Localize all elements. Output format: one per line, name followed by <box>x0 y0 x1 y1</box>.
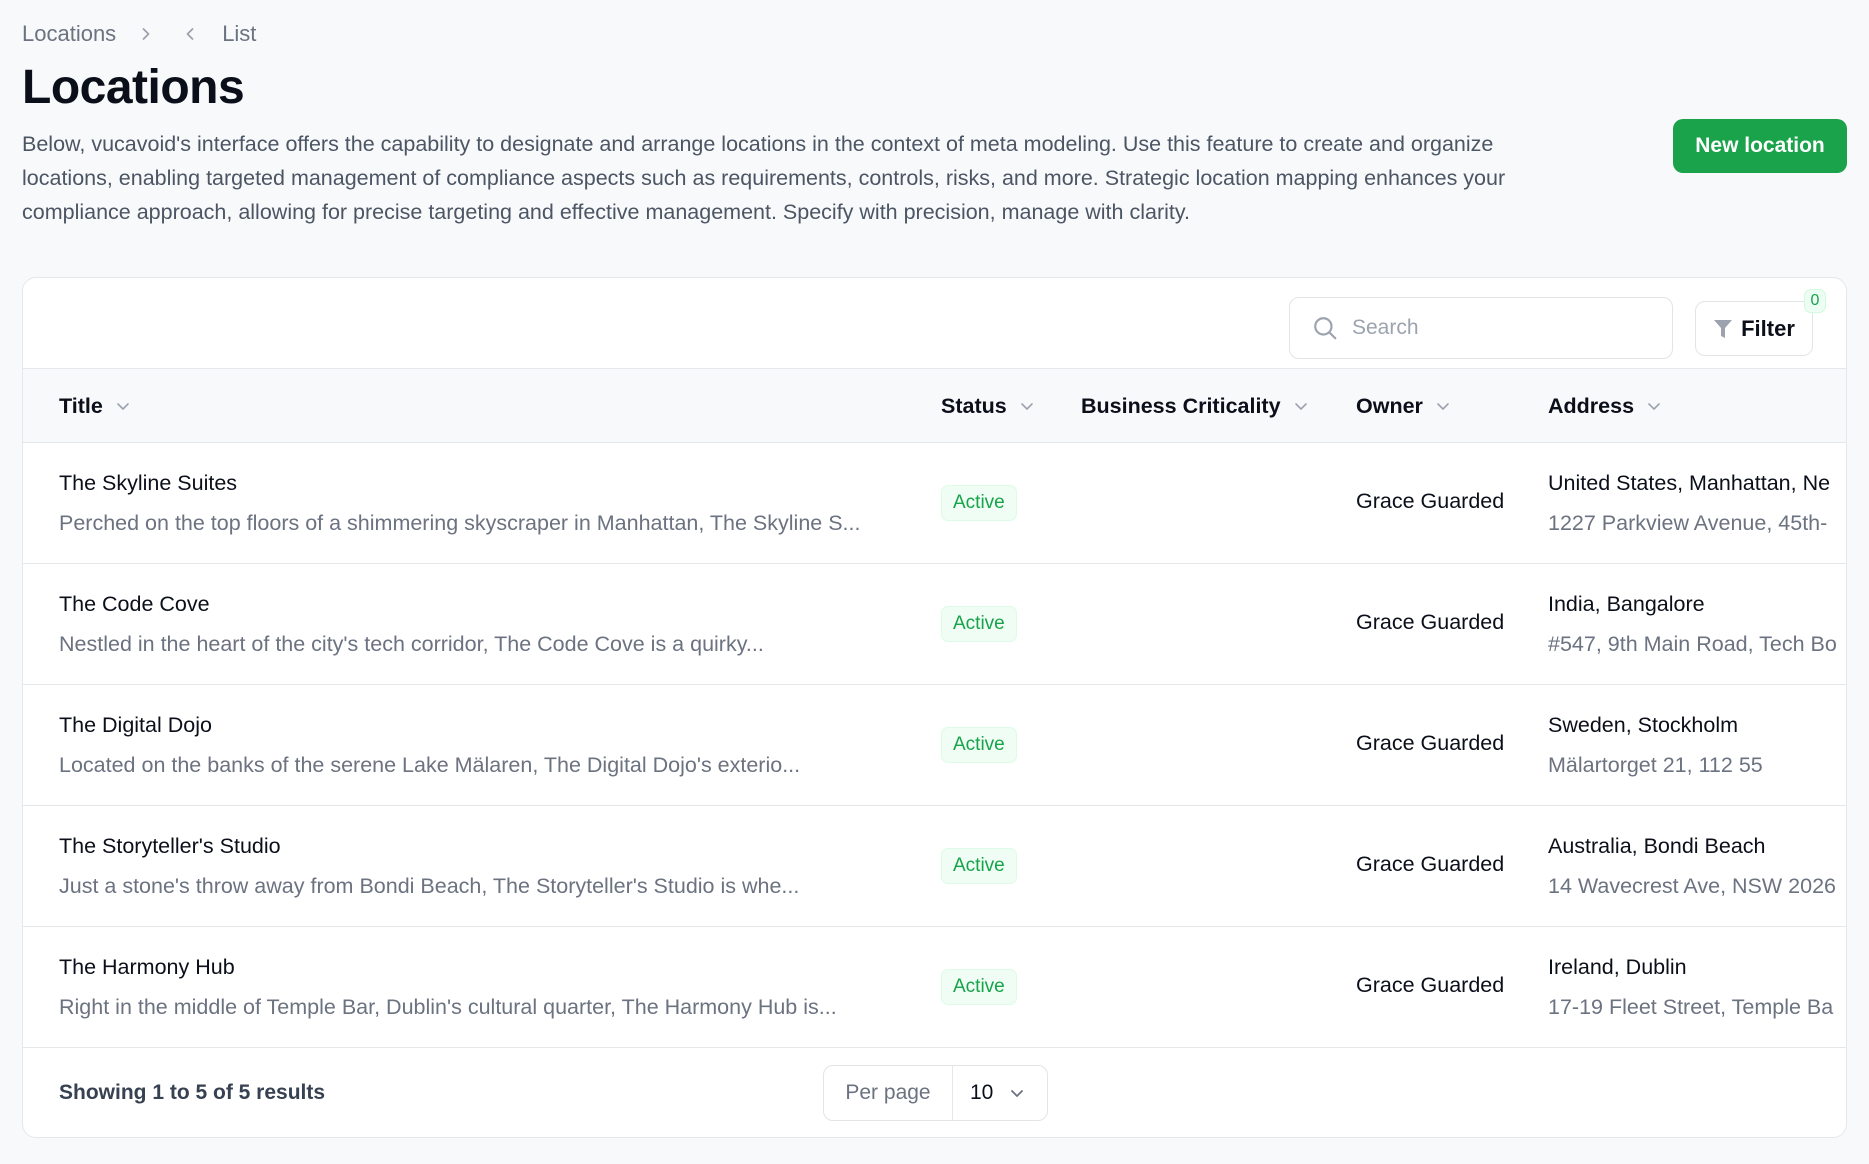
address-region: India, Bangalore <box>1548 592 1705 616</box>
filter-count-badge: 0 <box>1804 289 1826 313</box>
results-summary: Showing 1 to 5 of 5 results <box>59 1081 326 1104</box>
status-badge: Active <box>941 606 1017 642</box>
chevron-down-icon <box>1648 403 1660 410</box>
column-label: Title <box>59 393 103 418</box>
table-row[interactable]: The Skyline Suites Perched on the top fl… <box>23 443 1846 564</box>
per-page-value: 10 <box>970 1081 994 1104</box>
column-header-business-criticality[interactable]: Business Criticality <box>1081 369 1309 443</box>
address-street: #547, 9th Main Road, Tech Bo <box>1548 632 1837 656</box>
column-label: Owner <box>1356 393 1423 418</box>
column-header-title[interactable]: Title <box>59 369 131 443</box>
owner-name: Grace Guarded <box>1356 852 1505 876</box>
locations-table-card: Filter 0 Title Status Business Criticali… <box>22 277 1847 1138</box>
location-description: Nestled in the heart of the city's tech … <box>59 632 764 656</box>
per-page-selector[interactable]: Per page 10 <box>823 1065 1048 1121</box>
location-title[interactable]: The Harmony Hub <box>59 955 235 980</box>
owner-name: Grace Guarded <box>1356 973 1505 997</box>
owner-name: Grace Guarded <box>1356 610 1505 634</box>
address-street: 17-19 Fleet Street, Temple Ba <box>1548 995 1834 1019</box>
location-description: Right in the middle of Temple Bar, Dubli… <box>59 995 837 1019</box>
breadcrumb-item-list: List <box>222 21 257 46</box>
location-title[interactable]: The Digital Dojo <box>59 713 212 738</box>
location-description: Just a stone's throw away from Bondi Bea… <box>59 874 800 898</box>
owner-name: Grace Guarded <box>1356 731 1505 755</box>
column-label: Status <box>941 393 1007 418</box>
location-description: Perched on the top floors of a shimmerin… <box>59 511 861 535</box>
address-region: Ireland, Dublin <box>1548 955 1687 979</box>
address-region: Australia, Bondi Beach <box>1548 834 1766 858</box>
table-row[interactable]: The Digital Dojo Located on the banks of… <box>23 685 1846 806</box>
status-badge: Active <box>941 969 1017 1005</box>
status-badge: Active <box>941 727 1017 763</box>
filter-label: Filter <box>1741 315 1795 341</box>
chevron-left-icon[interactable] <box>176 20 204 48</box>
search-input[interactable] <box>1352 316 1652 340</box>
table-header: Title Status Business Criticality Owner … <box>23 369 1846 443</box>
page-title: Locations <box>22 61 245 114</box>
search-icon <box>1314 317 1337 340</box>
page-description: Below, vucavoid's interface offers the c… <box>22 132 1506 224</box>
address-region: United States, Manhattan, Ne <box>1548 471 1831 495</box>
chevron-down-icon <box>1020 403 1033 410</box>
table-toolbar: Filter 0 <box>23 278 1846 369</box>
filter-button[interactable]: Filter <box>1695 301 1813 356</box>
owner-name: Grace Guarded <box>1356 489 1505 513</box>
status-badge: Active <box>941 485 1017 521</box>
column-header-status[interactable]: Status <box>941 369 1035 443</box>
column-label: Address <box>1548 393 1635 418</box>
address-street: 1227 Parkview Avenue, 45th- <box>1548 511 1828 535</box>
table-row[interactable]: The Storyteller's Studio Just a stone's … <box>23 806 1846 927</box>
breadcrumb-item-locations[interactable]: Locations <box>22 21 116 47</box>
address-street: 14 Wavecrest Ave, NSW 2026 <box>1548 874 1836 898</box>
table-footer: Showing 1 to 5 of 5 results Per page 10 <box>23 1047 1846 1137</box>
column-header-owner[interactable]: Owner <box>1356 369 1451 443</box>
chevron-down-icon <box>1294 403 1307 410</box>
table-row[interactable]: The Code Cove Nestled in the heart of th… <box>23 564 1846 685</box>
new-location-button[interactable]: New location <box>1673 119 1847 173</box>
per-page-label: Per page <box>824 1066 953 1120</box>
breadcrumb: Locations List <box>22 20 256 48</box>
per-page-select[interactable]: 10 <box>953 1066 1047 1120</box>
column-label: Business Criticality <box>1081 393 1281 418</box>
column-header-address[interactable]: Address <box>1548 369 1662 443</box>
table-row[interactable]: The Harmony Hub Right in the middle of T… <box>23 927 1846 1048</box>
location-description: Located on the banks of the serene Lake … <box>59 753 801 777</box>
search-field[interactable] <box>1289 297 1673 359</box>
address-region: Sweden, Stockholm <box>1548 713 1739 737</box>
location-title[interactable]: The Code Cove <box>59 592 210 617</box>
chevron-down-icon <box>1437 403 1449 410</box>
chevron-right-icon <box>132 20 160 48</box>
address-street: Mälartorget 21, 112 55 <box>1548 753 1763 777</box>
chevron-down-icon <box>117 403 129 410</box>
status-badge: Active <box>941 848 1017 884</box>
chevron-down-icon <box>1011 1090 1024 1097</box>
location-title[interactable]: The Storyteller's Studio <box>59 834 281 859</box>
location-title[interactable]: The Skyline Suites <box>59 471 237 496</box>
funnel-icon <box>1714 319 1733 338</box>
